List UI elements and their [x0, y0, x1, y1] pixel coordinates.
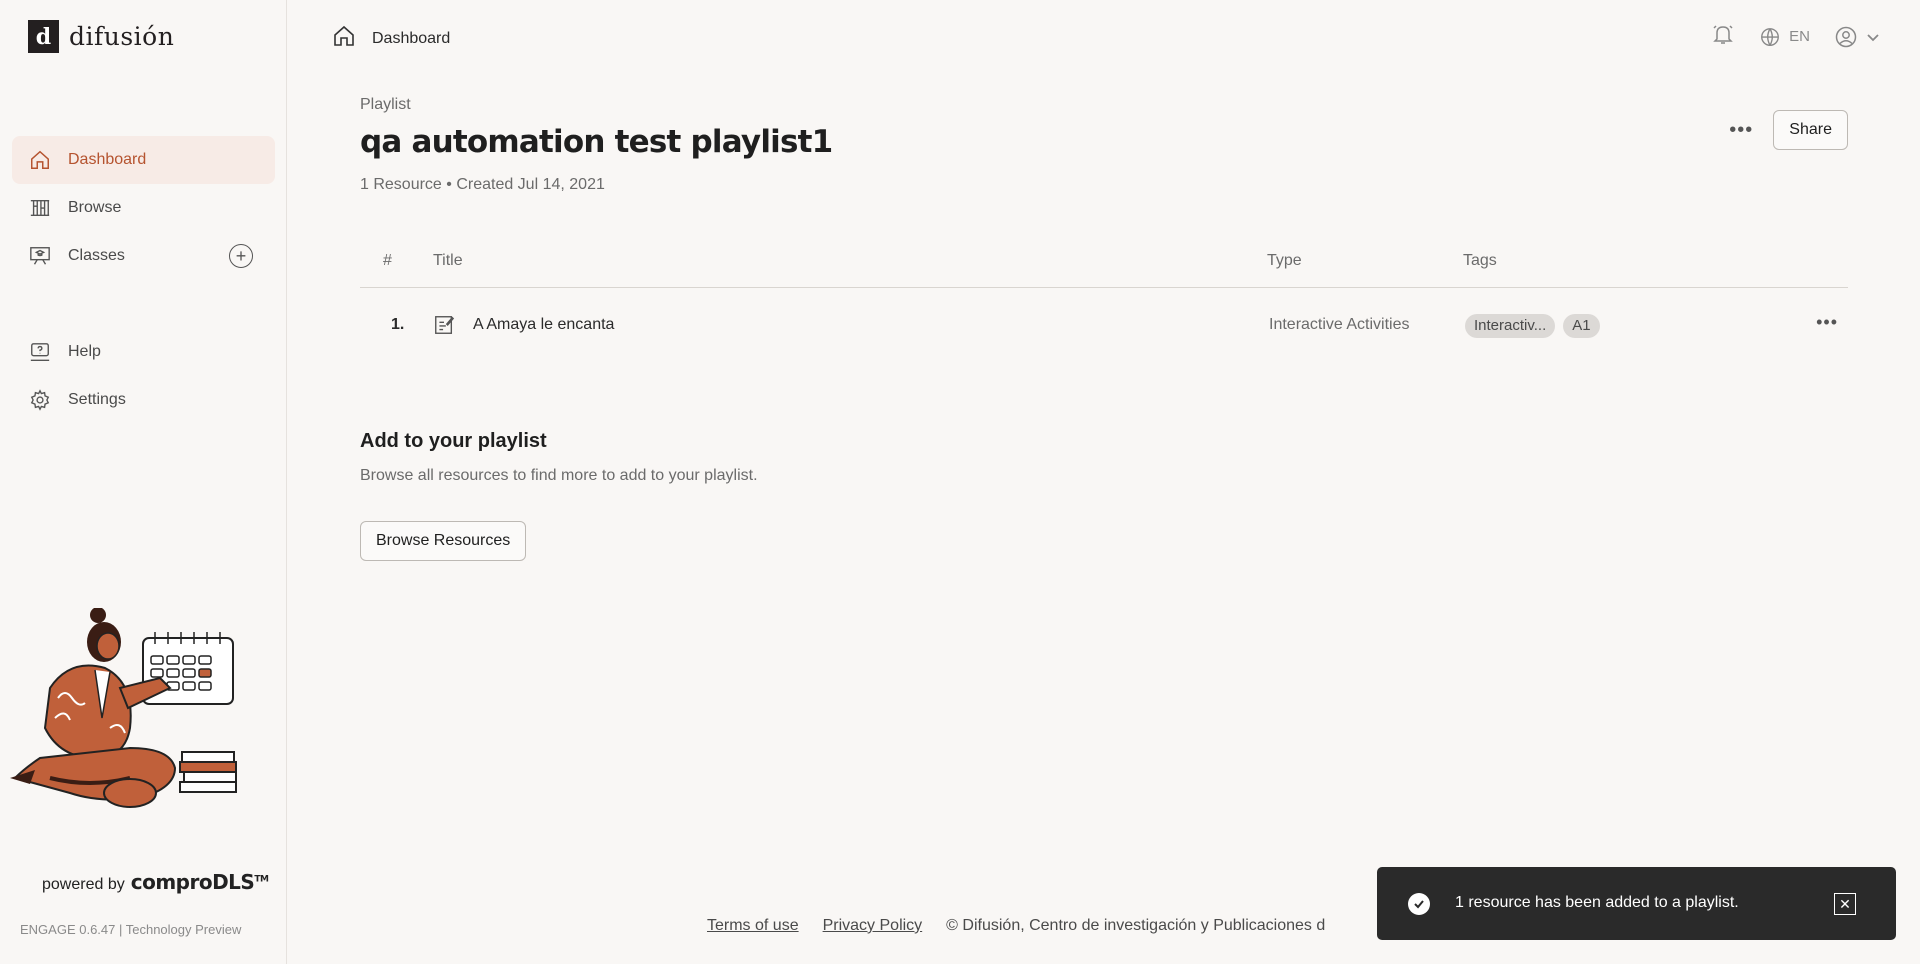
difusion-logo[interactable]: d difusión: [28, 20, 174, 53]
chevron-down-icon: [1867, 33, 1879, 41]
table-header: # Title Type Tags: [360, 236, 1848, 288]
version-text: ENGAGE 0.6.47 | Technology Preview: [20, 922, 242, 937]
sidebar-item-label: Browse: [68, 199, 122, 216]
check-icon: [1408, 893, 1430, 915]
comprodls-text: comproDLS: [130, 870, 255, 894]
user-menu[interactable]: [1834, 25, 1880, 49]
column-header-type[interactable]: Type: [1267, 252, 1302, 270]
trademark-mark: TM: [254, 874, 269, 885]
powered-by: powered by comproDLSTM: [42, 870, 269, 894]
terms-link[interactable]: Terms of use: [707, 917, 799, 935]
resources-table: # Title Type Tags 1. A Amaya le encanta …: [360, 236, 1848, 364]
globe-icon: [1761, 27, 1780, 46]
playlist-meta: 1 Resource • Created Jul 14, 2021: [360, 176, 605, 193]
row-more-button[interactable]: •••: [1816, 312, 1838, 333]
sidebar-item-label: Help: [68, 343, 101, 360]
footer: Terms of use Privacy Policy © Difusión, …: [707, 917, 1325, 935]
sidebar: d difusión Dashboard Browse Classes + He…: [0, 0, 287, 964]
activity-icon: [433, 314, 455, 341]
more-options-button[interactable]: •••: [1725, 118, 1757, 142]
language-label: EN: [1789, 28, 1810, 45]
language-selector[interactable]: EN: [1759, 26, 1810, 48]
user-avatar-icon: [1835, 26, 1857, 47]
tag-badge: A1: [1563, 314, 1600, 338]
breadcrumb: Dashboard: [332, 24, 450, 53]
breadcrumb-current: Dashboard: [372, 29, 451, 47]
comprodls-logo: comproDLSTM: [131, 870, 269, 894]
sidebar-item-label: Settings: [68, 391, 126, 408]
row-type: Interactive Activities: [1269, 316, 1410, 333]
home-icon[interactable]: [332, 24, 356, 53]
sidebar-nav: Dashboard Browse Classes + Help Settings: [12, 136, 275, 424]
success-toast: 1 resource has been added to a playlist.…: [1377, 867, 1896, 940]
copyright-text: © Difusión, Centro de investigación y Pu…: [946, 917, 1326, 934]
notification-bell-icon[interactable]: [1711, 22, 1735, 51]
page-eyebrow: Playlist: [360, 96, 411, 113]
share-button[interactable]: Share: [1773, 110, 1848, 150]
sidebar-item-classes[interactable]: Classes +: [12, 232, 275, 280]
sidebar-item-dashboard[interactable]: Dashboard: [12, 136, 275, 184]
column-header-title[interactable]: Title: [433, 252, 463, 270]
toast-message: 1 resource has been added to a playlist.: [1455, 894, 1739, 911]
page-title: qa automation test playlist1: [360, 124, 833, 160]
powered-by-text: powered by: [42, 876, 125, 893]
playlist-actions: ••• Share: [1725, 110, 1848, 150]
privacy-link[interactable]: Privacy Policy: [823, 917, 923, 935]
sidebar-item-label: Classes: [68, 247, 125, 264]
section-description: Browse all resources to find more to add…: [360, 467, 758, 484]
home-icon: [28, 148, 52, 172]
column-header-number: #: [383, 252, 392, 269]
add-to-playlist-section: Add to your playlist Browse all resource…: [360, 430, 780, 561]
section-title: Add to your playlist: [360, 430, 547, 452]
help-icon: [28, 340, 52, 364]
row-title-link[interactable]: A Amaya le encanta: [473, 316, 614, 334]
top-bar: Dashboard EN: [288, 0, 1920, 72]
classroom-icon: [28, 244, 52, 268]
row-number: 1.: [391, 316, 405, 333]
column-header-tags: Tags: [1463, 252, 1497, 269]
sidebar-item-browse[interactable]: Browse: [12, 184, 275, 232]
sidebar-item-help[interactable]: Help: [12, 328, 275, 376]
header-actions: EN: [1711, 22, 1880, 51]
add-class-button[interactable]: +: [229, 244, 253, 268]
close-icon[interactable]: ✕: [1834, 893, 1856, 915]
sidebar-item-settings[interactable]: Settings: [12, 376, 275, 424]
sidebar-item-label: Dashboard: [68, 151, 147, 168]
tag-badge: Interactiv...: [1465, 314, 1556, 338]
logo-text: difusión: [69, 22, 175, 51]
gear-icon: [28, 388, 52, 412]
main-content: Playlist qa automation test playlist1 1 …: [360, 96, 1848, 561]
browse-resources-button[interactable]: Browse Resources: [360, 521, 527, 561]
teacher-illustration: [10, 608, 237, 808]
table-row[interactable]: 1. A Amaya le encanta Interactive Activi…: [360, 288, 1848, 364]
row-tags: Interactiv... A1: [1465, 314, 1608, 338]
library-icon: [28, 196, 52, 220]
logo-mark: d: [28, 20, 59, 53]
